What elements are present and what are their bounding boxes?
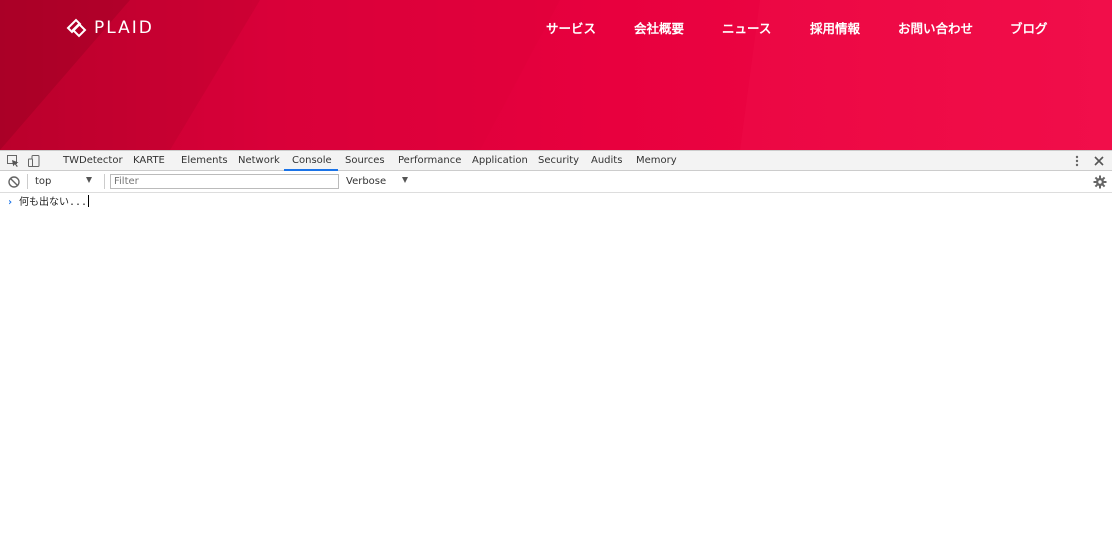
close-icon[interactable] [1092,154,1106,168]
tab-twdetector[interactable]: TWDetector [63,151,123,171]
log-level-dropdown-arrow-icon[interactable] [402,177,408,183]
tab-application[interactable]: Application [472,151,528,171]
tab-elements[interactable]: Elements [181,151,228,171]
filter-input[interactable] [110,174,339,189]
tab-network[interactable]: Network [238,151,280,171]
inspect-element-icon[interactable] [6,154,20,168]
tab-audits[interactable]: Audits [591,151,622,171]
site-nav: サービス 会社概要 ニュース 採用情報 お問い合わせ ブログ [0,20,1112,40]
device-toolbar-icon[interactable] [27,154,41,168]
context-dropdown-arrow-icon[interactable] [86,177,92,183]
devtools-tabbar: TWDetector KARTE Elements Network Consol… [0,150,1112,171]
tab-security[interactable]: Security [538,151,579,171]
text-caret [88,195,90,207]
site-header: PLAID サービス 会社概要 ニュース 採用情報 お問い合わせ ブログ [0,0,1112,150]
console-toolbar: top Verbose [0,171,1112,193]
prompt-chevron-icon: › [7,197,14,208]
console-input-value: 何も出ない... [19,197,88,208]
nav-link-news[interactable]: ニュース [722,20,771,38]
context-selector[interactable]: top [35,171,51,192]
devtools-panel: TWDetector KARTE Elements Network Consol… [0,150,1112,548]
gear-icon[interactable] [1093,175,1107,189]
tab-sources[interactable]: Sources [345,151,385,171]
nav-link-recruit[interactable]: 採用情報 [810,20,860,38]
nav-link-company[interactable]: 会社概要 [634,20,684,38]
tab-karte[interactable]: KARTE [133,151,165,171]
log-level-selector[interactable]: Verbose [346,171,386,192]
nav-link-services[interactable]: サービス [546,20,596,38]
console-prompt[interactable]: › 何も出ない... [0,195,1112,211]
clear-console-icon[interactable] [7,175,21,189]
tab-console[interactable]: Console [292,151,332,171]
nav-link-contact[interactable]: お問い合わせ [898,20,973,38]
toolbar-divider [27,174,28,189]
toolbar-divider [104,174,105,189]
tab-memory[interactable]: Memory [636,151,677,171]
console-output[interactable]: › 何も出ない... [0,193,1112,548]
nav-link-blog[interactable]: ブログ [1010,20,1048,38]
tab-performance[interactable]: Performance [398,151,461,171]
console-input-text[interactable]: 何も出ない... [19,195,90,211]
kebab-menu-icon[interactable] [1070,154,1084,168]
